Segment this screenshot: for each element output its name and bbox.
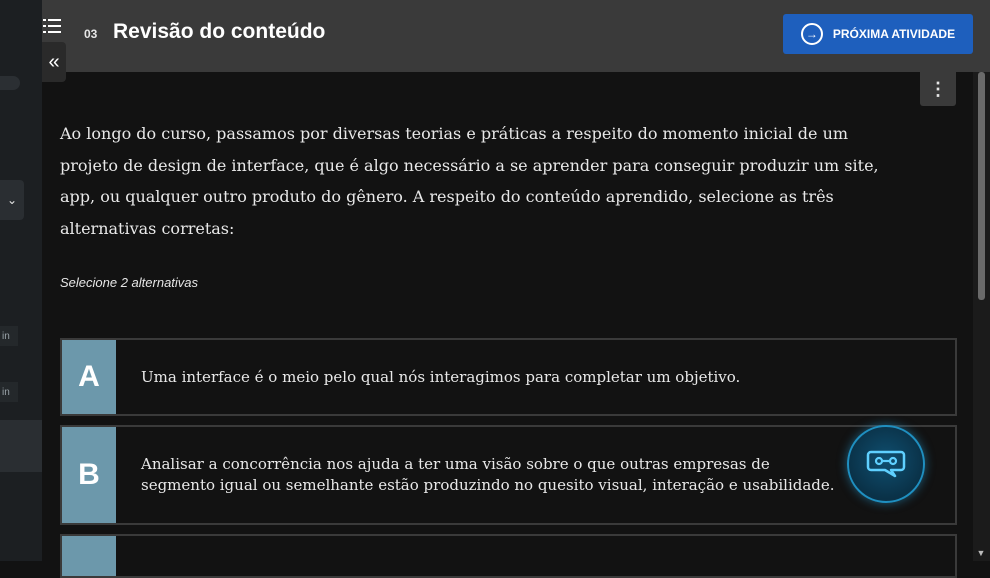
next-activity-label: PRÓXIMA ATIVIDADE [832,27,956,41]
chevron-down-icon: ⌄ [6,193,18,207]
scrollbar-thumb[interactable] [978,72,985,300]
alternative-option[interactable]: B Analisar a concorrência nos ajuda a te… [60,425,957,525]
alternative-letter [62,536,116,576]
alternative-text [116,536,841,576]
double-chevron-left-icon: « [48,50,60,73]
next-activity-button[interactable]: → PRÓXIMA ATIVIDADE [783,14,973,54]
scroll-down-arrow-icon[interactable]: ▼ [976,548,986,558]
chatbot-icon [866,450,906,478]
sidebar-tag: in [0,382,18,402]
alternative-letter: B [62,427,116,523]
alternative-option[interactable] [60,534,957,578]
sidebar: ⌄ in in [0,0,42,561]
sidebar-tag: in [0,326,18,346]
selection-hint: Selecione 2 alternativas [60,275,199,290]
alternative-option[interactable]: A Uma interface é o meio pelo qual nós i… [60,338,957,416]
list-icon[interactable] [42,16,62,36]
sidebar-progress-pill [0,76,20,90]
more-vertical-icon: ⋮ [929,78,947,99]
more-options-button[interactable]: ⋮ [920,72,956,106]
alternative-letter: A [62,340,116,414]
question-text: Ao longo do curso, passamos por diversas… [60,124,879,238]
lesson-header: « 03 Revisão do conteúdo → PRÓXIMA ATIVI… [42,0,990,82]
collapse-sidebar-button[interactable]: « [42,42,66,82]
sidebar-active-item[interactable] [0,420,42,472]
alternative-text: Uma interface é o meio pelo qual nós int… [141,367,741,386]
alternative-text: Analisar a concorrência nos ajuda a ter … [141,455,835,494]
page-title: Revisão do conteúdo [113,20,326,43]
sidebar-select[interactable]: ⌄ [0,180,24,220]
arrow-right-circle-icon: → [800,23,823,45]
lesson-number: 03 [84,27,98,41]
chatbot-button[interactable] [847,425,925,503]
